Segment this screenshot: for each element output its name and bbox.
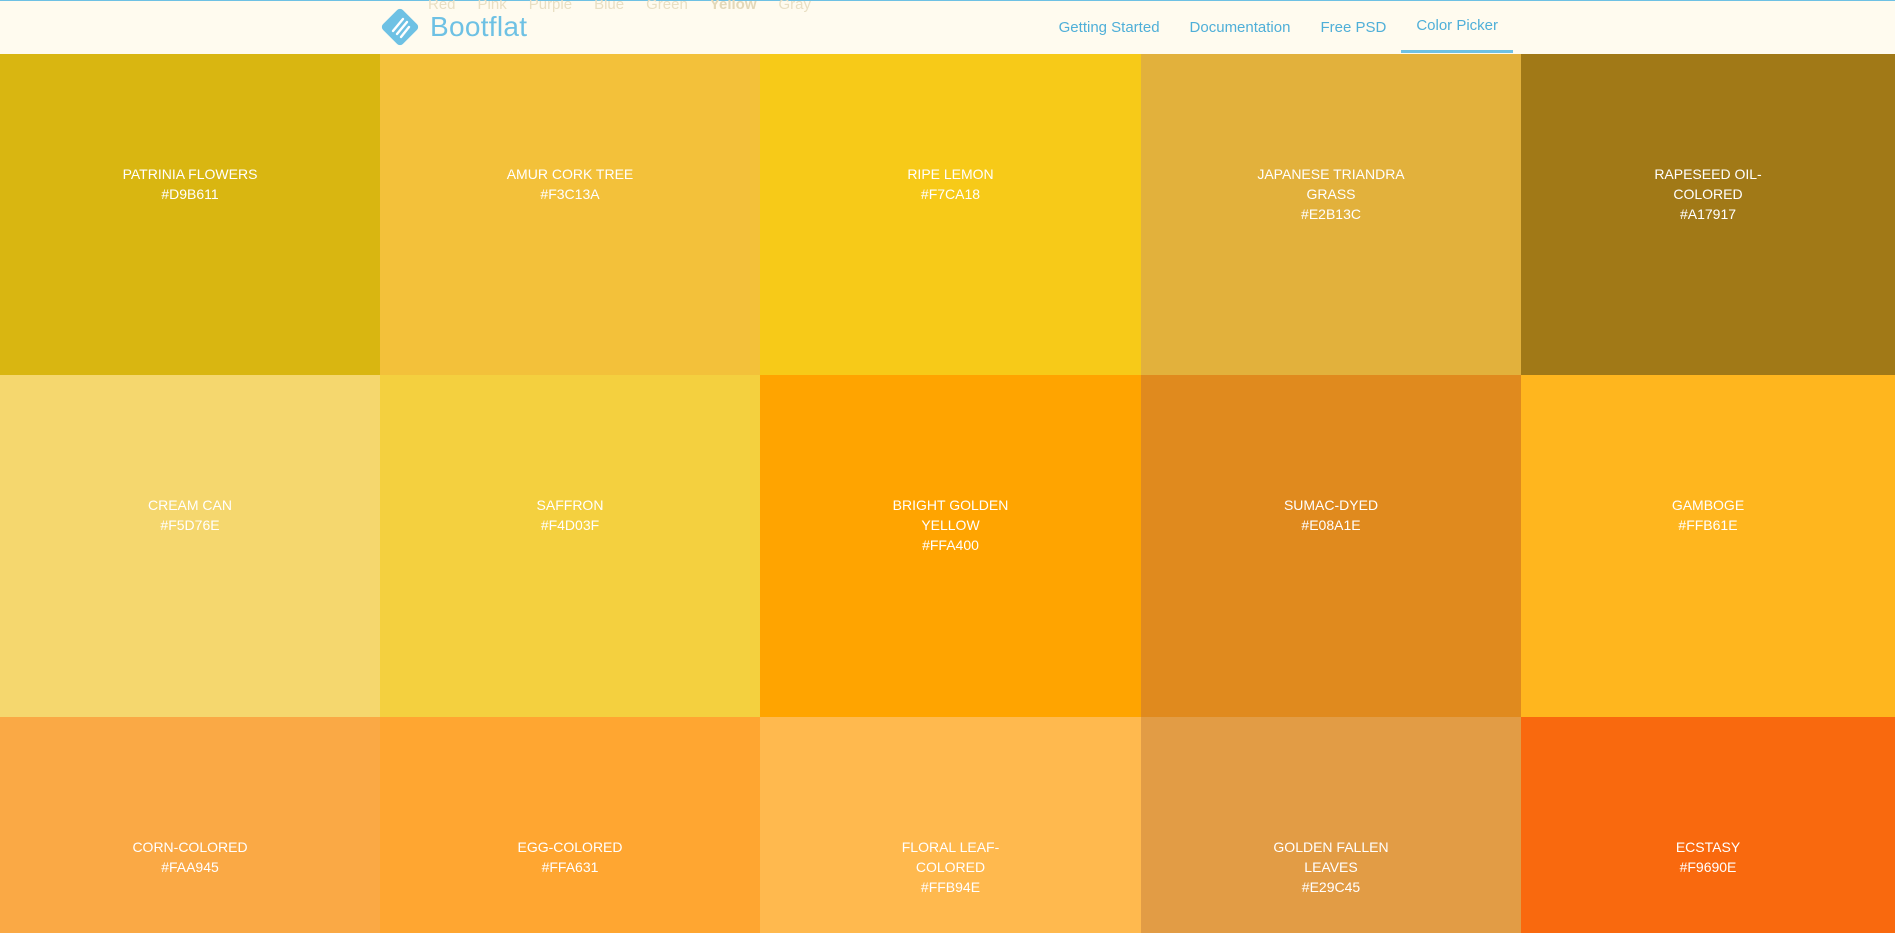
- swatch-label: RIPE LEMON #F7CA18: [876, 164, 1026, 204]
- color-swatch[interactable]: JAPANESE TRIANDRA GRASS #E2B13C: [1141, 54, 1521, 375]
- swatch-hex-code: #D9B611: [161, 186, 219, 202]
- color-swatch[interactable]: EGG-COLORED #FFA631: [380, 717, 760, 933]
- swatch-label: FLORAL LEAF-COLORED #FFB94E: [876, 837, 1026, 897]
- nav-documentation[interactable]: Documentation: [1175, 1, 1306, 53]
- swatch-hex-code: #FFA400: [922, 537, 979, 553]
- color-swatch[interactable]: CORN-COLORED #FAA945: [0, 717, 380, 933]
- swatch-color-name: EGG-COLORED: [517, 839, 623, 855]
- swatch-hex-code: #F5D76E: [160, 517, 220, 533]
- swatch-color-name: RAPESEED OIL-COLORED: [1654, 166, 1762, 202]
- color-swatch[interactable]: GAMBOGE #FFB61E: [1521, 375, 1895, 717]
- category-purple[interactable]: Purple: [529, 0, 572, 13]
- color-swatch[interactable]: SUMAC-DYED #E08A1E: [1141, 375, 1521, 717]
- swatch-hex-code: #E08A1E: [1301, 517, 1361, 533]
- swatch-color-name: GAMBOGE: [1671, 497, 1745, 513]
- swatch-hex-code: #E29C45: [1301, 879, 1361, 895]
- swatch-label: BRIGHT GOLDEN YELLOW #FFA400: [876, 495, 1026, 555]
- swatch-hex-code: #FFB61E: [1678, 517, 1738, 533]
- color-swatch-grid: PATRINIA FLOWERS #D9B611 AMUR CORK TREE #F3…: [0, 54, 1895, 933]
- swatch-label: JAPANESE TRIANDRA GRASS #E2B13C: [1256, 164, 1406, 224]
- color-swatch[interactable]: PATRINIA FLOWERS #D9B611: [0, 54, 380, 375]
- color-swatch[interactable]: BRIGHT GOLDEN YELLOW #FFA400: [760, 375, 1141, 717]
- swatch-label: CORN-COLORED #FAA945: [115, 837, 265, 877]
- color-swatch[interactable]: CREAM CAN #F5D76E: [0, 375, 380, 717]
- nav-free-psd[interactable]: Free PSD: [1305, 1, 1401, 53]
- bootflat-logo-icon: [381, 8, 419, 46]
- swatch-label: AMUR CORK TREE #F3C13A: [495, 164, 645, 204]
- nav-color-picker[interactable]: Color Picker: [1401, 1, 1513, 53]
- swatch-hex-code: #F7CA18: [920, 186, 981, 202]
- swatch-hex-code: #F4D03F: [540, 517, 600, 533]
- swatch-color-name: RIPE LEMON: [907, 166, 994, 182]
- swatch-hex-code: #E2B13C: [1301, 206, 1361, 222]
- swatch-color-name: JAPANESE TRIANDRA GRASS: [1257, 166, 1405, 202]
- swatch-label: PATRINIA FLOWERS #D9B611: [115, 164, 265, 204]
- swatch-color-name: AMUR CORK TREE: [506, 166, 634, 182]
- swatch-label: GAMBOGE #FFB61E: [1633, 495, 1783, 535]
- category-blue[interactable]: Blue: [594, 0, 624, 13]
- swatch-color-name: CREAM CAN: [147, 497, 232, 513]
- color-swatch[interactable]: ECSTASY #F9690E: [1521, 717, 1895, 933]
- brand-name: Bootflat: [430, 11, 528, 42]
- color-swatch[interactable]: SAFFRON #F4D03F: [380, 375, 760, 717]
- color-swatch[interactable]: GOLDEN FALLEN LEAVES #E29C45: [1141, 717, 1521, 933]
- swatch-color-name: SAFFRON: [536, 497, 604, 513]
- swatch-label: SUMAC-DYED #E08A1E: [1256, 495, 1406, 535]
- category-yellow[interactable]: Yellow: [710, 0, 757, 13]
- swatch-color-name: SUMAC-DYED: [1283, 497, 1379, 513]
- swatch-label: EGG-COLORED #FFA631: [495, 837, 645, 877]
- swatch-color-name: GOLDEN FALLEN LEAVES: [1273, 839, 1389, 875]
- swatch-hex-code: #A17917: [1679, 206, 1737, 222]
- swatch-hex-code: #FFA631: [541, 859, 599, 875]
- brand-link[interactable]: Bootflat: [378, 6, 527, 48]
- swatch-hex-code: #FAA945: [161, 859, 219, 875]
- color-swatch[interactable]: FLORAL LEAF-COLORED #FFB94E: [760, 717, 1141, 933]
- swatch-hex-code: #F3C13A: [540, 186, 600, 202]
- category-gray[interactable]: Gray: [779, 0, 812, 13]
- swatch-color-name: PATRINIA FLOWERS: [122, 166, 258, 182]
- top-navbar: Red Pink Purple Blue Green Yellow Gray B…: [0, 0, 1895, 54]
- swatch-color-name: FLORAL LEAF-COLORED: [901, 839, 1000, 875]
- swatch-label: RAPESEED OIL-COLORED #A17917: [1633, 164, 1783, 224]
- color-swatch[interactable]: AMUR CORK TREE #F3C13A: [380, 54, 760, 375]
- swatch-color-name: BRIGHT GOLDEN YELLOW: [892, 497, 1009, 533]
- color-swatch[interactable]: RAPESEED OIL-COLORED #A17917: [1521, 54, 1895, 375]
- nav-getting-started[interactable]: Getting Started: [1044, 1, 1175, 53]
- color-swatch[interactable]: RIPE LEMON #F7CA18: [760, 54, 1141, 375]
- swatch-color-name: CORN-COLORED: [132, 839, 248, 855]
- swatch-color-name: ECSTASY: [1675, 839, 1741, 855]
- main-nav: Getting Started Documentation Free PSD C…: [1044, 1, 1513, 55]
- swatch-label: ECSTASY #F9690E: [1633, 837, 1783, 877]
- swatch-label: GOLDEN FALLEN LEAVES #E29C45: [1256, 837, 1406, 897]
- category-green[interactable]: Green: [646, 0, 688, 13]
- swatch-label: SAFFRON #F4D03F: [495, 495, 645, 535]
- swatch-hex-code: #FFB94E: [920, 879, 981, 895]
- swatch-hex-code: #F9690E: [1679, 859, 1737, 875]
- swatch-label: CREAM CAN #F5D76E: [115, 495, 265, 535]
